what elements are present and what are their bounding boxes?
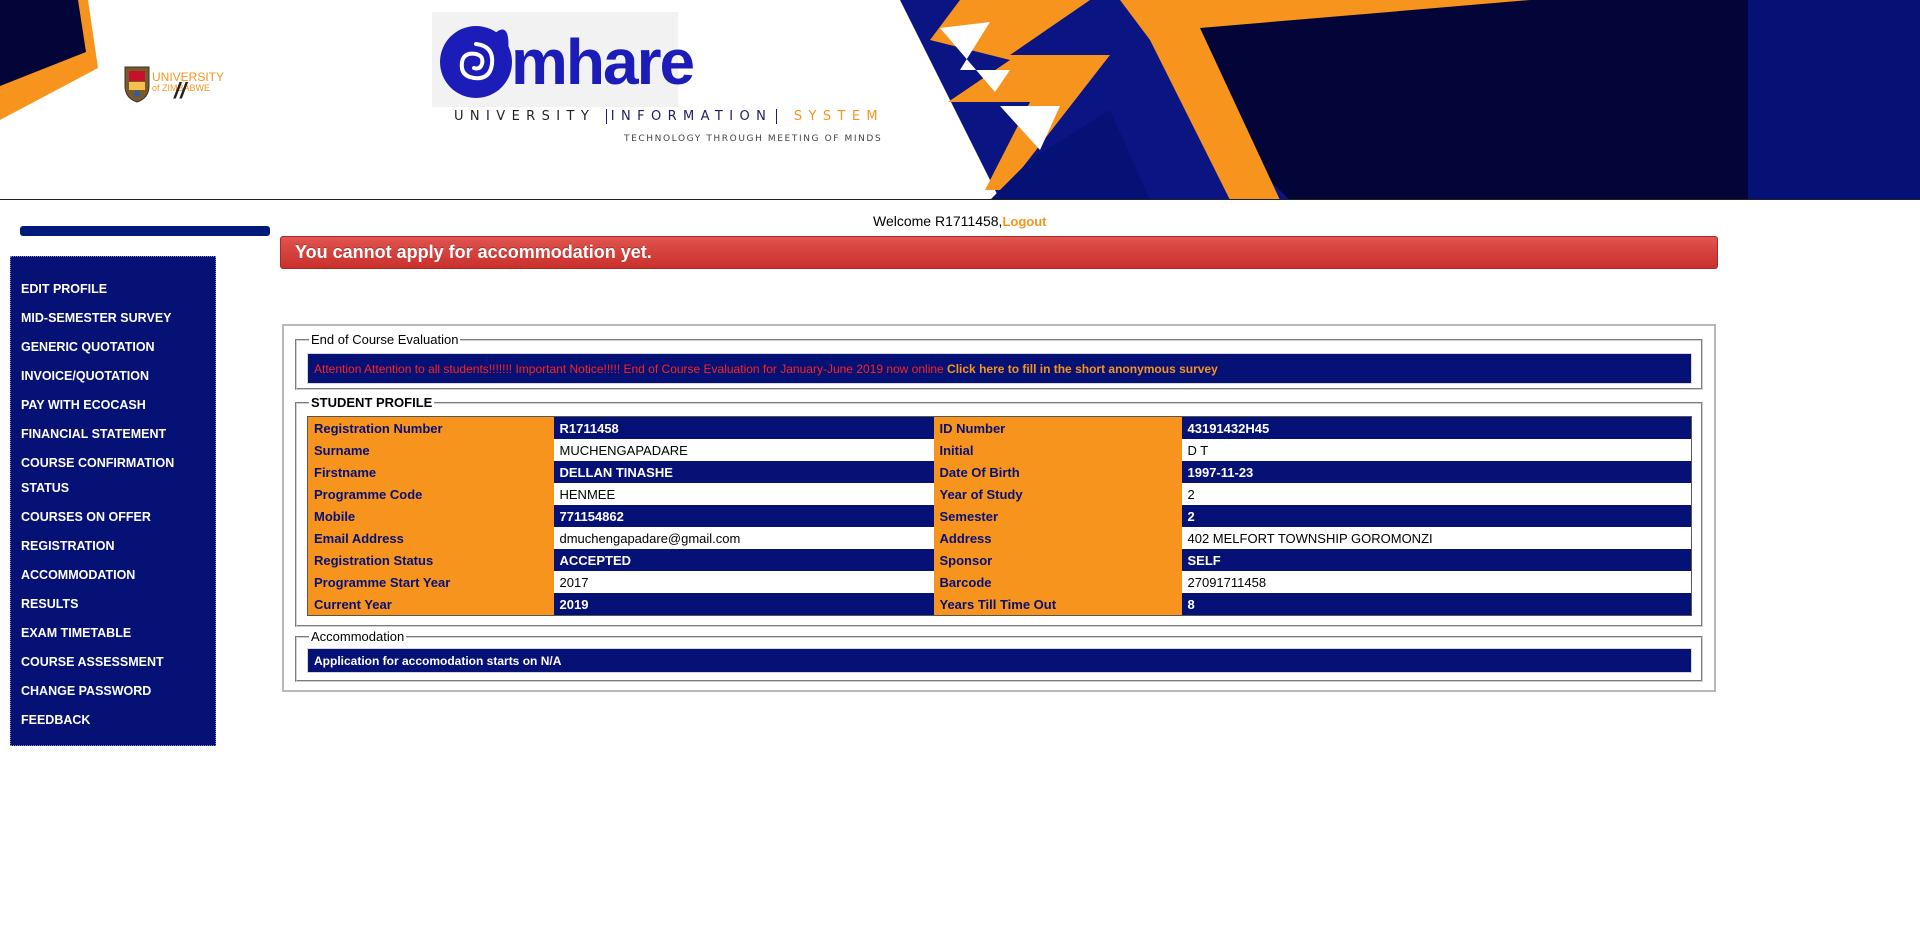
- table-row: Programme Code HENMEE Year of Study 2: [307, 483, 1692, 505]
- profile-value: dmuchengapadare@gmail.com: [553, 527, 934, 549]
- profile-label: Surname: [307, 439, 554, 461]
- evaluation-notice-text: Attention Attention to all students!!!!!…: [314, 362, 944, 376]
- profile-label: Current Year: [307, 593, 554, 616]
- sidebar-item-exam-timetable[interactable]: EXAM TIMETABLE: [11, 621, 211, 646]
- profile-label: Registration Status: [307, 549, 554, 571]
- profile-value: 27091711458: [1181, 571, 1692, 593]
- student-profile-legend: STUDENT PROFILE: [311, 395, 433, 410]
- evaluation-survey-link[interactable]: Click here to fill in the short anonymou…: [947, 362, 1218, 376]
- sidebar-item-change-password[interactable]: CHANGE PASSWORD: [11, 679, 211, 704]
- table-row: Programme Start Year 2017 Barcode 270917…: [307, 571, 1692, 593]
- accommodation-legend: Accommodation: [311, 629, 405, 644]
- brand-wordmark: mhare: [511, 26, 695, 98]
- profile-value: D T: [1181, 439, 1692, 461]
- profile-label: Years Till Time Out: [933, 593, 1182, 616]
- sidebar-item-results[interactable]: RESULTS: [11, 592, 211, 617]
- table-row: Registration Status ACCEPTED Sponsor SEL…: [307, 549, 1692, 571]
- table-row: Surname MUCHENGAPADARE Initial D T: [307, 439, 1692, 461]
- table-row: Mobile 771154862 Semester 2: [307, 505, 1692, 527]
- sidebar-item-courses-on-offer[interactable]: COURSES ON OFFER: [11, 505, 211, 530]
- table-row: Current Year 2019 Years Till Time Out 8: [307, 593, 1692, 616]
- sidebar-item-pay-with-ecocash[interactable]: PAY WITH ECOCASH: [11, 393, 211, 418]
- logout-link[interactable]: Logout: [1002, 214, 1046, 229]
- profile-label: Sponsor: [933, 549, 1182, 571]
- profile-value: 2: [1181, 483, 1692, 505]
- profile-value: 771154862: [553, 505, 934, 527]
- sidebar-item-generic-quotation[interactable]: GENERIC QUOTATION: [11, 335, 211, 360]
- profile-label: Year of Study: [933, 483, 1182, 505]
- course-evaluation-notice: Attention Attention to all students!!!!!…: [307, 353, 1692, 384]
- profile-value: 8: [1181, 593, 1692, 616]
- system-title-word2: INFORMATION: [605, 109, 778, 124]
- accommodation-alert: You cannot apply for accommodation yet.: [280, 236, 1718, 269]
- sidebar-item-accommodation[interactable]: ACCOMMODATION: [11, 563, 211, 588]
- profile-value: ACCEPTED: [553, 549, 934, 571]
- profile-value: SELF: [1181, 549, 1692, 571]
- profile-label: Mobile: [307, 505, 554, 527]
- profile-label: Address: [933, 527, 1182, 549]
- profile-label: Date Of Birth: [933, 461, 1182, 483]
- profile-value: DELLAN TINASHE: [553, 461, 934, 483]
- profile-label: Semester: [933, 505, 1182, 527]
- profile-value: R1711458: [553, 416, 934, 439]
- profile-value: 2019: [553, 593, 934, 616]
- sidebar-item-mid-semester-survey[interactable]: MID-SEMESTER SURVEY: [11, 306, 211, 331]
- profile-label: Programme Code: [307, 483, 554, 505]
- welcome-text: Welcome R1711458,: [873, 213, 1003, 229]
- sidebar-item-invoice-quotation[interactable]: INVOICE/QUOTATION: [11, 364, 211, 389]
- profile-label: Firstname: [307, 461, 554, 483]
- university-crest-icon: [124, 66, 150, 103]
- profile-value: HENMEE: [553, 483, 934, 505]
- profile-label: ID Number: [933, 416, 1182, 439]
- table-row: Firstname DELLAN TINASHE Date Of Birth 1…: [307, 461, 1692, 483]
- profile-label: Registration Number: [307, 416, 554, 439]
- course-evaluation-legend: End of Course Evaluation: [311, 332, 459, 347]
- system-title-word3: SYSTEM: [793, 109, 885, 124]
- profile-value: 2017: [553, 571, 934, 593]
- profile-value: 1997-11-23: [1181, 461, 1692, 483]
- profile-value: 43191432H45: [1181, 416, 1692, 439]
- university-logo-text: UNIVERSITY of ZIMBABWE: [152, 70, 225, 94]
- brand-tagline: TECHNOLOGY THROUGH MEETING OF MINDS: [624, 134, 883, 144]
- sidebar-item-feedback[interactable]: FEEDBACK: [11, 708, 211, 733]
- sidebar-item-edit-profile[interactable]: EDIT PROFILE: [11, 277, 211, 302]
- logo-slash-icon: //: [174, 78, 187, 103]
- profile-label: Initial: [933, 439, 1182, 461]
- student-profile-table: Registration Number R1711458 ID Number 4…: [307, 416, 1692, 616]
- profile-label: Email Address: [307, 527, 554, 549]
- profile-value: 402 MELFORT TOWNSHIP GOROMONZI: [1181, 527, 1692, 549]
- sidebar-item-financial-statement[interactable]: FINANCIAL STATEMENT: [11, 422, 211, 447]
- sidebar-top-bar: [20, 226, 270, 236]
- sidebar-item-course-confirmation-status[interactable]: COURSE CONFIRMATION STATUS: [11, 451, 211, 501]
- profile-value: MUCHENGAPADARE: [553, 439, 934, 461]
- system-title: UNIVERSITY INFORMATION SYSTEM: [454, 109, 884, 124]
- table-row: Email Address dmuchengapadare@gmail.com …: [307, 527, 1692, 549]
- swirl-logo-icon: [440, 26, 512, 98]
- profile-label: Programme Start Year: [307, 571, 554, 593]
- welcome-bar: Welcome R1711458,Logout: [873, 213, 1047, 229]
- accommodation-message: Application for accomodation starts on N…: [307, 648, 1692, 673]
- system-title-word1: UNIVERSITY: [454, 109, 596, 124]
- sidebar-item-registration[interactable]: REGISTRATION: [11, 534, 211, 559]
- banner-divider: [0, 199, 1920, 200]
- sidebar-menu: EDIT PROFILE MID-SEMESTER SURVEY GENERIC…: [10, 256, 216, 746]
- sidebar-item-course-assessment[interactable]: COURSE ASSESSMENT: [11, 650, 211, 675]
- university-name-line1: UNIVERSITY: [152, 70, 225, 84]
- profile-value: 2: [1181, 505, 1692, 527]
- table-row: Registration Number R1711458 ID Number 4…: [307, 416, 1692, 439]
- banner-artwork: [0, 0, 1920, 200]
- header-banner: UNIVERSITY of ZIMBABWE // mhare UNIVERSI…: [0, 0, 1920, 200]
- profile-label: Barcode: [933, 571, 1182, 593]
- university-name-line2: of ZIMBABWE: [152, 83, 211, 93]
